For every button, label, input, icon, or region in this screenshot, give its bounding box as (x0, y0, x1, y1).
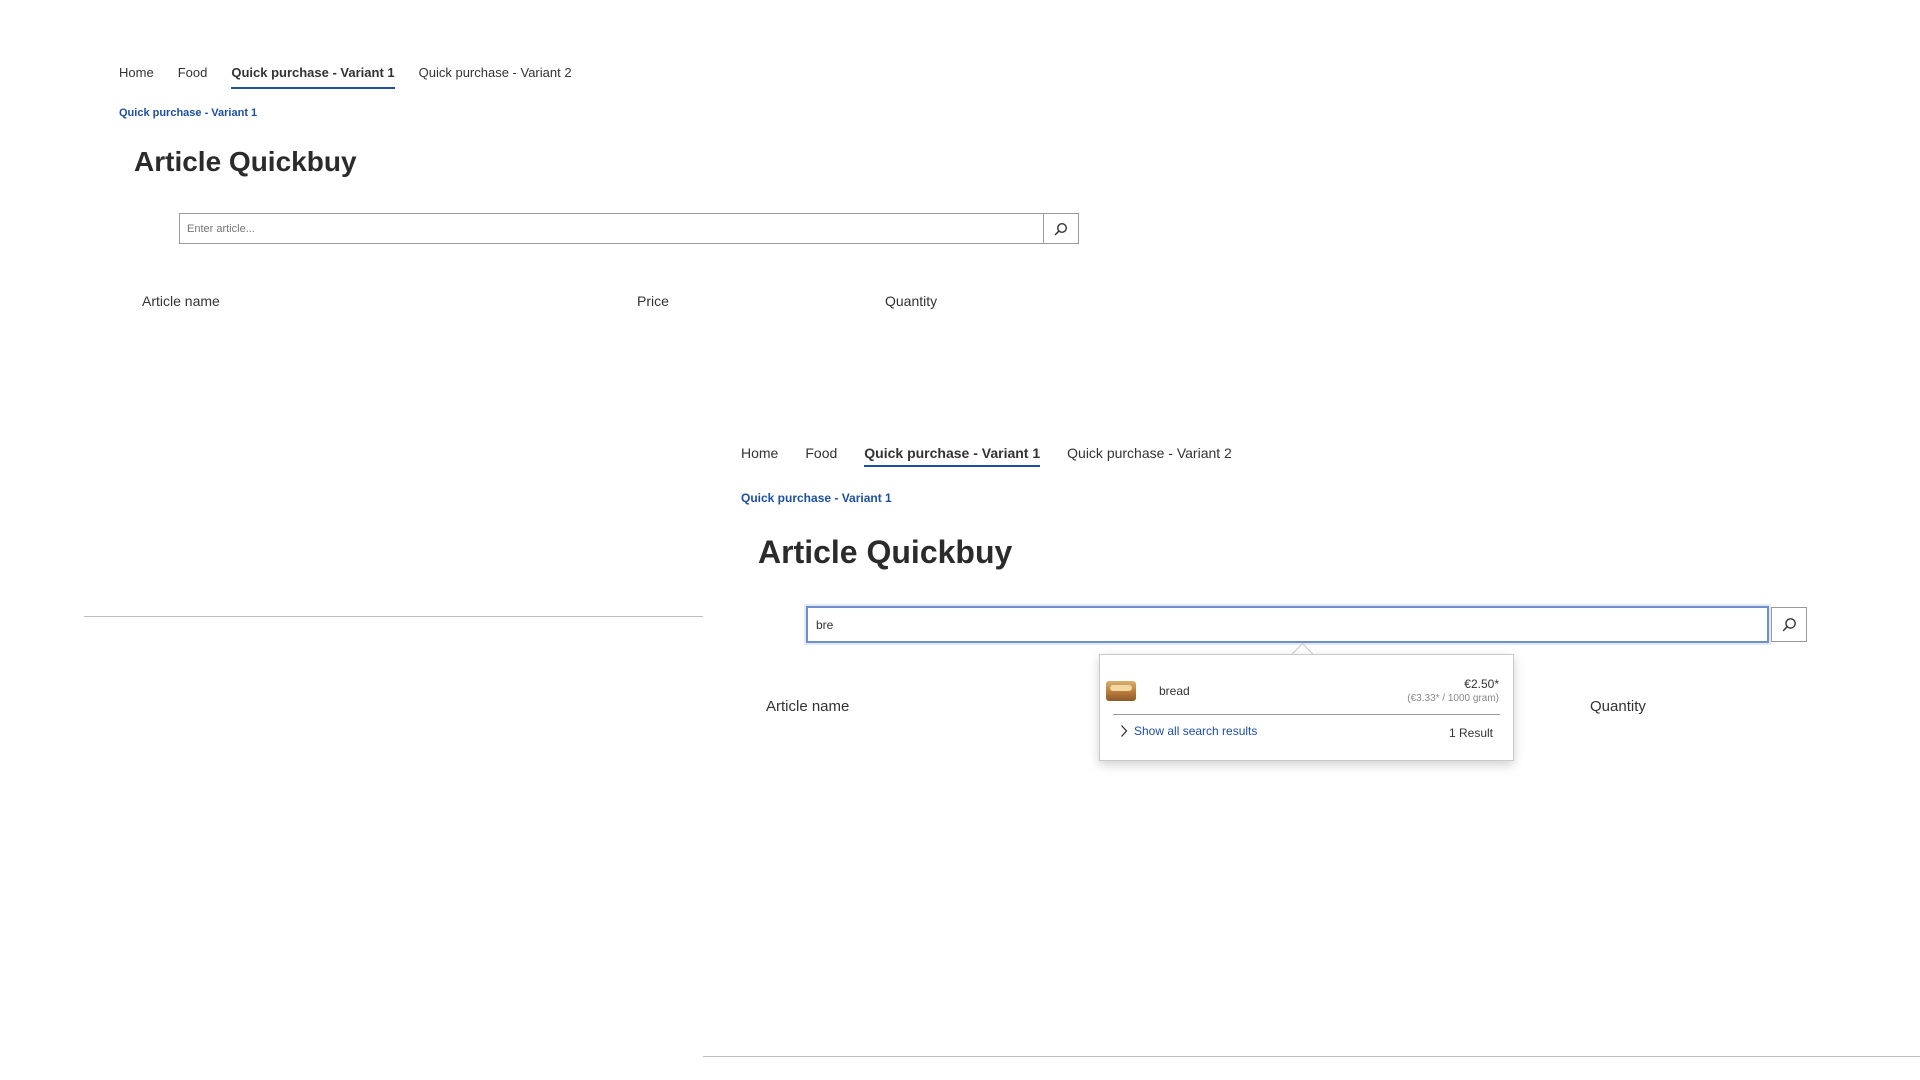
nav-item-quick-purchase-variant-2[interactable]: Quick purchase - Variant 2 (419, 64, 572, 86)
divider (84, 616, 703, 617)
suggestion-item[interactable]: bread €2.50* (€3.33* / 1000 gram) (1100, 655, 1513, 713)
column-header-article-name: Article name (142, 293, 220, 309)
nav-item-food[interactable]: Food (805, 443, 837, 463)
article-search-form (179, 213, 1079, 244)
search-button[interactable] (1043, 214, 1078, 243)
main-nav: Home Food Quick purchase - Variant 1 Qui… (119, 64, 596, 89)
column-header-price: Price (637, 293, 669, 309)
main-nav: Home Food Quick purchase - Variant 1 Qui… (741, 443, 1259, 467)
result-count: 1 Result (1448, 726, 1493, 740)
search-icon (1782, 618, 1796, 632)
nav-item-quick-purchase-variant-1[interactable]: Quick purchase - Variant 1 (864, 443, 1040, 467)
article-search-input[interactable] (808, 608, 1767, 641)
product-thumbnail (1106, 681, 1136, 701)
nav-item-food[interactable]: Food (178, 64, 208, 86)
suggestion-price: €2.50* (1464, 677, 1499, 691)
nav-item-quick-purchase-variant-1[interactable]: Quick purchase - Variant 1 (231, 64, 395, 89)
search-button[interactable] (1771, 607, 1807, 642)
column-header-article-name: Article name (766, 698, 850, 715)
search-icon (1054, 222, 1068, 235)
dropdown-divider (1113, 714, 1500, 715)
suggestion-product-name: bread (1159, 684, 1190, 698)
article-search-form (806, 606, 1769, 643)
chevron-right-icon (1121, 725, 1128, 737)
breadcrumb[interactable]: Quick purchase - Variant 1 (119, 107, 257, 119)
nav-item-home[interactable]: Home (741, 443, 778, 463)
search-suggestions-dropdown: bread €2.50* (€3.33* / 1000 gram) Show a… (1099, 654, 1514, 761)
column-header-quantity: Quantity (1590, 698, 1646, 715)
nav-item-quick-purchase-variant-2[interactable]: Quick purchase - Variant 2 (1067, 443, 1232, 463)
show-all-results-label: Show all search results (1134, 724, 1258, 738)
breadcrumb[interactable]: Quick purchase - Variant 1 (741, 491, 892, 505)
suggestion-unit-price: (€3.33* / 1000 gram) (1407, 693, 1499, 704)
column-header-quantity: Quantity (885, 293, 938, 309)
article-search-input[interactable] (180, 214, 1043, 243)
page-title: Article Quickbuy (758, 534, 1013, 570)
nav-item-home[interactable]: Home (119, 64, 154, 86)
page-title: Article Quickbuy (134, 146, 357, 177)
show-all-results-link[interactable]: Show all search results (1120, 724, 1257, 738)
divider (703, 1056, 1920, 1057)
